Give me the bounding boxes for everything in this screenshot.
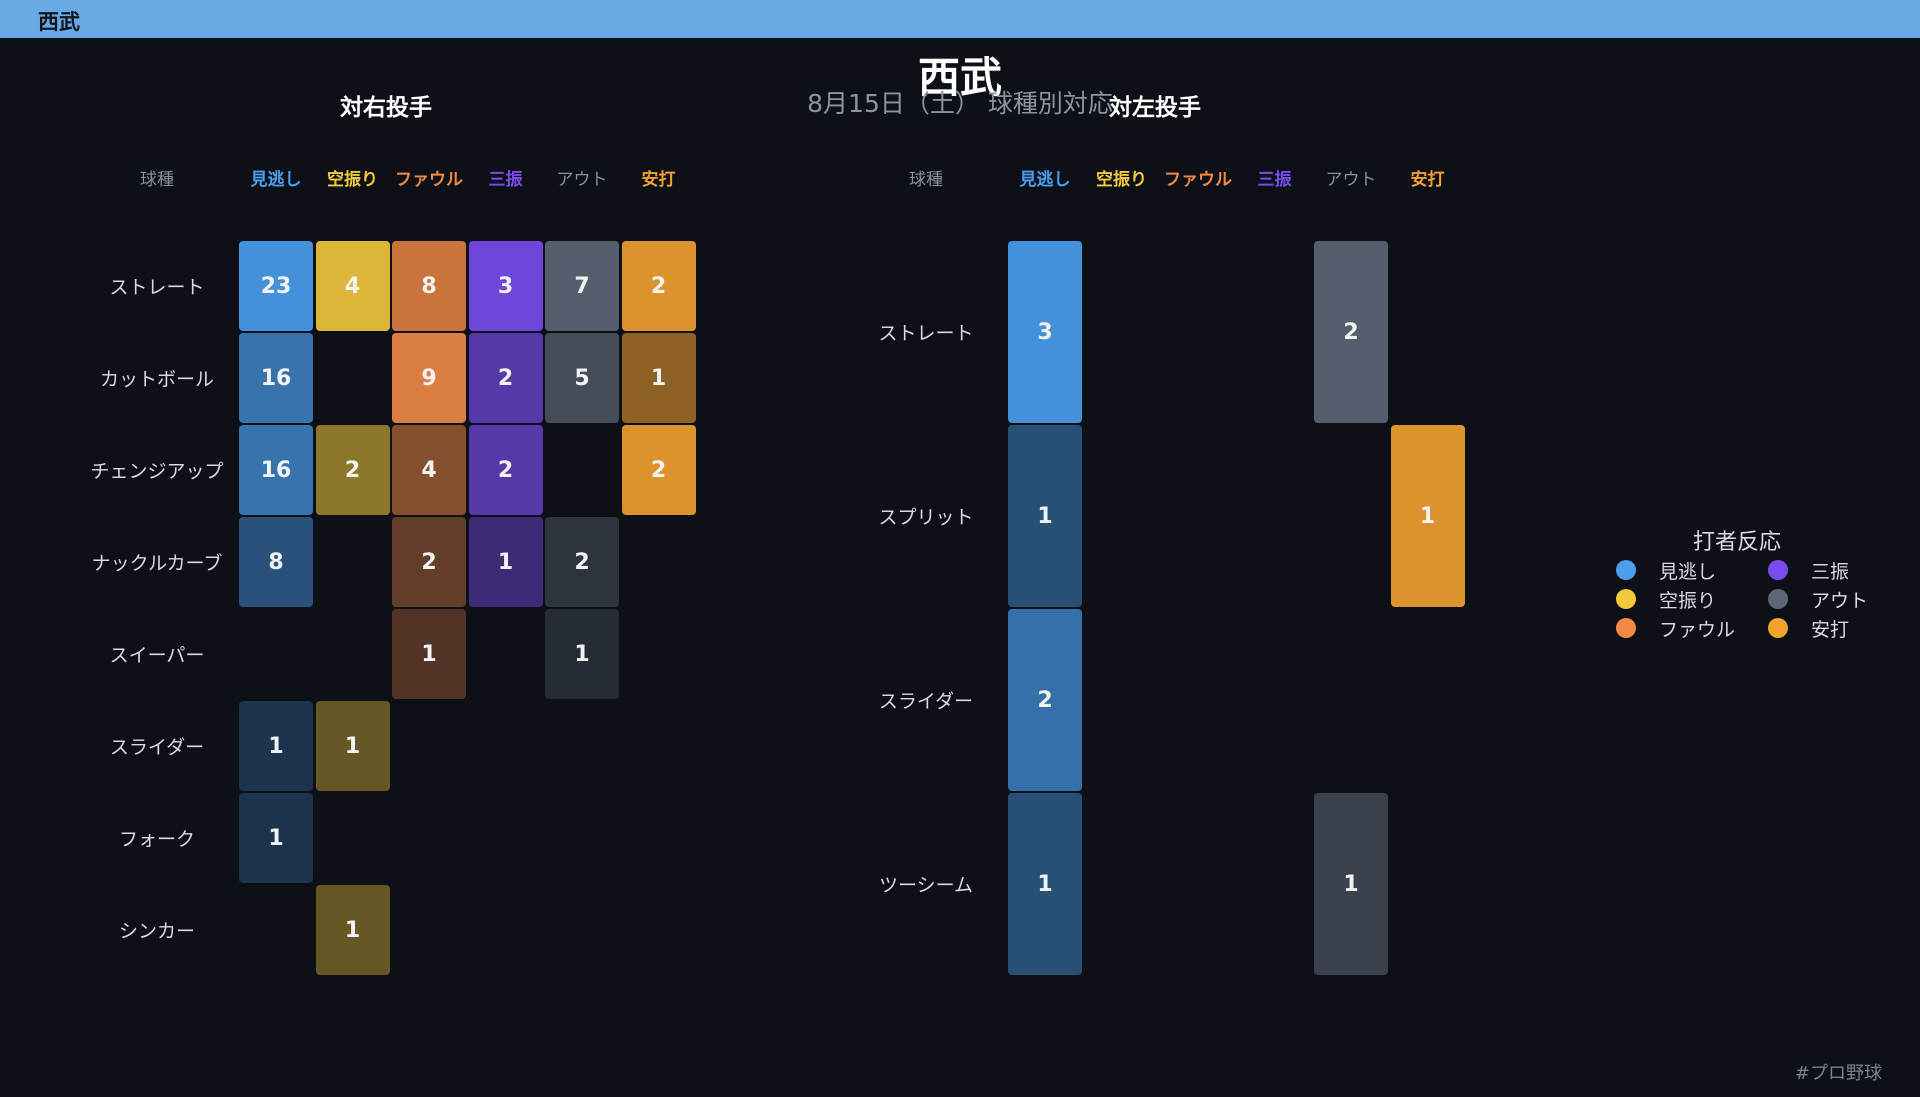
- chart-subtitle: 8月15日（土） 球種別対応: [807, 89, 1113, 118]
- lhp-heatmap-cell: 1: [1390, 425, 1465, 607]
- lhp-heatmap-cell: 1: [1008, 425, 1082, 607]
- rhp-heatmap-cell: 2: [315, 425, 390, 515]
- lhp-column-header: アウト: [1325, 170, 1377, 190]
- rhp-row-label: カットボール: [99, 368, 215, 391]
- rhp-corner-label: 球種: [140, 170, 174, 190]
- legend-label: アウト: [1811, 590, 1869, 612]
- top-bar: 西武: [0, 0, 1920, 38]
- rhp-heatmap-cell: 3: [468, 241, 543, 331]
- rhp-column-header: 安打: [641, 170, 676, 190]
- rhp-heatmap-cell: 2: [545, 517, 619, 607]
- app-title: 西武: [38, 10, 80, 34]
- lhp-panel-title: 対左投手: [1109, 95, 1201, 121]
- rhp-heatmap-cell: 1: [239, 793, 313, 883]
- lhp-column-header: ファウル: [1164, 170, 1232, 190]
- legend-label: ファウル: [1659, 619, 1736, 641]
- rhp-heatmap-cell: 4: [315, 241, 390, 331]
- lhp-column-header: 空振り: [1096, 170, 1147, 190]
- rhp-row-label: ストレート: [109, 276, 205, 299]
- rhp-heatmap-cell: 1: [315, 885, 390, 975]
- legend-label: 三振: [1811, 561, 1850, 583]
- rhp-heatmap-cell: 2: [468, 425, 543, 515]
- rhp-heatmap-cell: 16: [239, 333, 313, 423]
- legend-swatch: [1616, 589, 1636, 609]
- lhp-heatmap-cell: 2: [1314, 241, 1388, 423]
- legend-label: 空振り: [1659, 590, 1717, 612]
- rhp-heatmap-cell: 4: [392, 425, 466, 515]
- lhp-heatmap-cell: 1: [1008, 793, 1082, 975]
- rhp-column-header: アウト: [556, 170, 608, 190]
- lhp-column-header: 安打: [1410, 170, 1445, 190]
- legend-label: 見逃し: [1659, 561, 1717, 583]
- rhp-heatmap-cell: 1: [239, 701, 313, 791]
- rhp-heatmap-cell: 7: [545, 241, 619, 331]
- rhp-column-header: 見逃し: [250, 170, 302, 190]
- lhp-row-label: ストレート: [878, 322, 974, 345]
- rhp-row-label: シンカー: [118, 920, 196, 943]
- legend-swatch: [1768, 560, 1788, 580]
- legend-swatch: [1768, 589, 1788, 609]
- lhp-column-header: 三振: [1257, 170, 1292, 190]
- rhp-heatmap-cell: 8: [392, 241, 466, 331]
- rhp-heatmap-cell: 1: [392, 609, 466, 699]
- legend-swatch: [1616, 560, 1636, 580]
- rhp-heatmap-cell: 16: [239, 425, 313, 515]
- lhp-row-label: スプリット: [878, 506, 974, 529]
- lhp-heatmap-cell: 2: [1008, 609, 1082, 791]
- rhp-heatmap-cell: 2: [468, 333, 543, 423]
- rhp-column-header: ファウル: [395, 170, 463, 190]
- lhp-row-label: スライダー: [878, 690, 974, 713]
- rhp-heatmap-cell: 1: [315, 701, 390, 791]
- footer-hashtag: #プロ野球: [1794, 1063, 1882, 1084]
- rhp-heatmap-cell: 1: [621, 333, 696, 423]
- rhp-row-label: チェンジアップ: [90, 460, 224, 483]
- legend-swatch: [1768, 618, 1788, 638]
- legend-swatch: [1616, 618, 1636, 638]
- rhp-row-label: フォーク: [118, 828, 196, 851]
- rhp-heatmap-cell: 8: [239, 517, 313, 607]
- legend-title: 打者反応: [1693, 530, 1782, 555]
- rhp-heatmap-cell: 2: [392, 517, 466, 607]
- rhp-heatmap-cell: 23: [239, 241, 313, 331]
- rhp-row-label: スイーパー: [109, 644, 205, 667]
- rhp-row-label: ナックルカーブ: [91, 552, 223, 575]
- rhp-heatmap-cell: 1: [468, 517, 543, 607]
- legend-label: 安打: [1811, 619, 1850, 641]
- rhp-heatmap-cell: 2: [621, 425, 696, 515]
- lhp-row-label: ツーシーム: [878, 874, 974, 897]
- rhp-heatmap-cell: 5: [545, 333, 619, 423]
- rhp-panel-title: 対右投手: [340, 95, 432, 121]
- lhp-heatmap-cell: 3: [1008, 241, 1082, 423]
- rhp-heatmap-cell: 9: [392, 333, 466, 423]
- lhp-corner-label: 球種: [909, 170, 943, 190]
- rhp-heatmap-cell: 1: [545, 609, 619, 699]
- lhp-heatmap-cell: 1: [1314, 793, 1388, 975]
- rhp-column-header: 空振り: [327, 170, 378, 190]
- lhp-column-header: 見逃し: [1019, 170, 1071, 190]
- rhp-heatmap-cell: 2: [621, 241, 696, 331]
- rhp-row-label: スライダー: [109, 736, 205, 759]
- rhp-column-header: 三振: [488, 170, 523, 190]
